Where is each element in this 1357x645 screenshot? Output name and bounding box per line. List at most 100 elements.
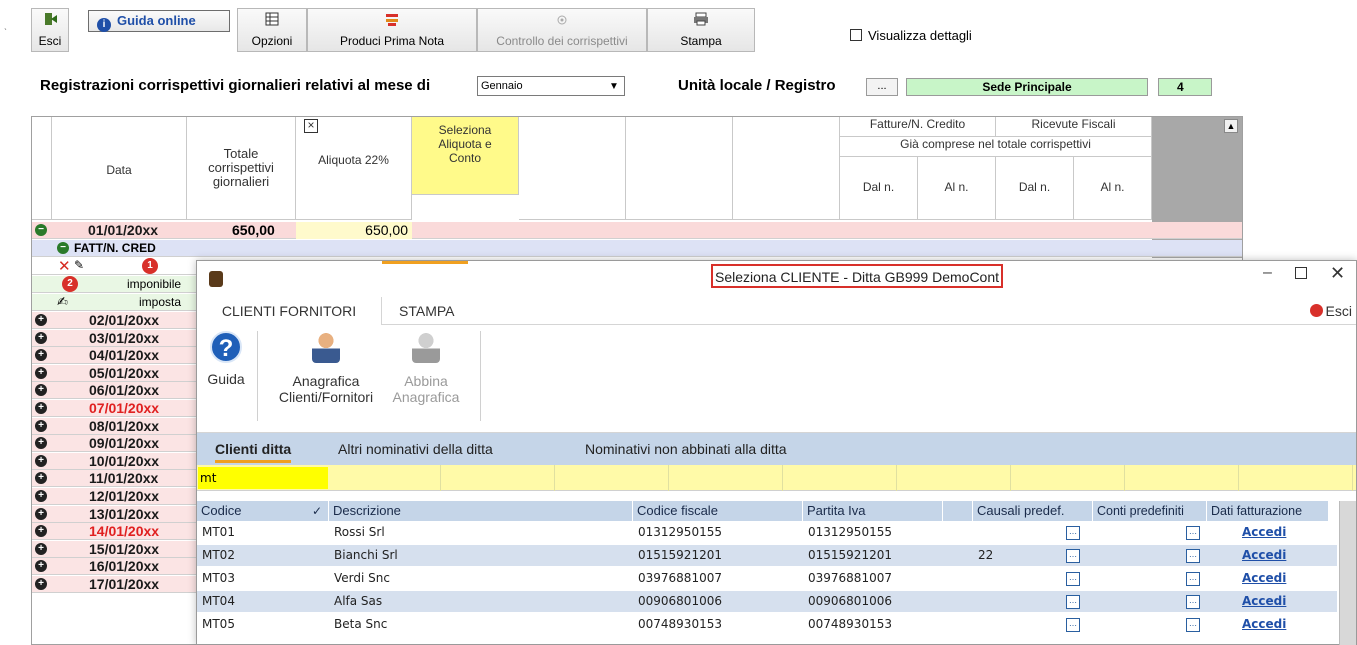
subtab-altri-nominativi[interactable]: Altri nominativi della ditta <box>338 441 493 457</box>
expand-icon[interactable]: + <box>35 402 47 414</box>
causali-edit-button[interactable]: … <box>1066 572 1080 586</box>
table-row[interactable]: MT05 Beta Snc 00748930153 00748930153 … … Acce… <box>197 614 1337 635</box>
expand-icon[interactable]: + <box>35 472 47 485</box>
ribbon-divider-2 <box>480 331 481 421</box>
grid-scrollbar[interactable]: ▲ <box>1224 119 1238 133</box>
expand-icon[interactable]: + <box>35 437 47 450</box>
expand-icon[interactable]: + <box>35 314 47 326</box>
maximize-icon[interactable] <box>1295 267 1307 279</box>
conti-edit-button[interactable]: … <box>1186 572 1200 586</box>
ribbon-panel: ? Guida Anagrafica Clienti/Fornitori Abb… <box>197 325 1356 433</box>
expand-icon[interactable]: + <box>35 454 47 467</box>
expand-icon[interactable]: + <box>35 419 47 432</box>
fatt-label: FATT/N. CRED <box>74 241 156 255</box>
th-causali[interactable]: Causali predef. <box>973 501 1093 521</box>
search-input[interactable] <box>198 467 328 489</box>
remove-column-button[interactable]: × <box>304 119 318 133</box>
th-cf-label: Codice fiscale <box>637 503 718 518</box>
table-row[interactable]: MT04 Alfa Sas 00906801006 00906801006 … … Acce… <box>197 591 1337 612</box>
accedi-link[interactable]: Accedi <box>1237 591 1286 612</box>
cell-partita-iva: 01515921201 <box>808 548 892 562</box>
show-details-checkbox[interactable]: Visualizza dettagli <box>850 28 972 43</box>
table-row[interactable]: MT03 Verdi Snc 03976881007 03976881007 … … Acc… <box>197 568 1337 589</box>
abbina-button[interactable]: Abbina Anagrafica <box>385 331 467 405</box>
th-dati-fatturazione[interactable]: Dati fatturazione <box>1207 501 1329 521</box>
th-codice[interactable]: Codice ✓ <box>197 501 329 521</box>
options-button[interactable]: Opzioni <box>237 8 307 52</box>
esci-button[interactable]: Esci <box>1309 303 1352 319</box>
table-row[interactable]: MT01 Rossi Srl 01312950155 01312950155 … … Acc… <box>197 522 1337 543</box>
collapse-icon[interactable]: − <box>35 224 47 236</box>
expand-icon[interactable]: + <box>35 490 47 502</box>
dialog-scrollbar[interactable] <box>1339 501 1356 645</box>
checkbox-box[interactable] <box>850 29 862 41</box>
th-conti-label: Conti predefiniti <box>1097 504 1184 518</box>
table-row[interactable]: MT02 Bianchi Srl 01515921201 01515921201 22 …… <box>197 545 1337 566</box>
minimize-icon[interactable]: – <box>1263 264 1272 282</box>
total-value: 650,00 <box>232 222 275 238</box>
causali-edit-button[interactable]: … <box>1066 595 1080 609</box>
expand-icon[interactable]: + <box>35 366 47 379</box>
causali-edit-button[interactable]: … <box>1066 618 1080 632</box>
expand-icon[interactable]: + <box>35 507 47 520</box>
select-client-dialog: Seleziona CLIENTE - Ditta GB999 DemoCont… <box>196 260 1357 645</box>
gia-label: Già comprese nel totale corrispettivi <box>900 137 1091 151</box>
month-select[interactable]: Gennaio ▼ <box>477 76 625 96</box>
date-row-expanded[interactable]: − 01/01/20xx 650,00 650,00 <box>32 222 1242 239</box>
collapse-fatt-icon[interactable]: − <box>57 242 69 254</box>
guide-online-button[interactable]: i Guida online <box>88 10 230 32</box>
causali-edit-button[interactable]: … <box>1066 549 1080 563</box>
subtab-clienti-ditta[interactable]: Clienti ditta <box>215 441 292 463</box>
fatture-label: Fatture/N. Credito <box>869 117 966 131</box>
accedi-link[interactable]: Accedi <box>1237 545 1286 566</box>
expand-icon[interactable]: + <box>35 542 47 555</box>
close-icon[interactable]: ✕ <box>1330 263 1345 284</box>
expand-icon[interactable]: + <box>35 331 47 344</box>
expand-icon[interactable]: + <box>35 384 47 397</box>
conti-edit-button[interactable]: … <box>1186 595 1200 609</box>
conti-edit-button[interactable]: … <box>1186 618 1200 632</box>
th-codice-fiscale[interactable]: Codice fiscale <box>633 501 803 521</box>
cell-codice-fiscale: 01312950155 <box>638 525 722 539</box>
guida-button[interactable]: ? Guida <box>205 331 247 387</box>
col-header-seleziona[interactable]: Seleziona Aliquota e Conto <box>412 117 519 195</box>
anagrafica-button[interactable]: Anagrafica Clienti/Fornitori <box>267 331 385 405</box>
th-blank <box>943 501 973 521</box>
expand-icon[interactable]: + <box>35 525 47 538</box>
expand-icon[interactable]: + <box>35 560 47 573</box>
subtab-non-abbinati[interactable]: Nominativi non abbinati alla ditta <box>585 441 787 457</box>
cell-descrizione: Beta Snc <box>334 617 388 631</box>
accedi-link[interactable]: Accedi <box>1237 614 1286 635</box>
ribbon-divider-1 <box>257 331 258 421</box>
unit-dots-button[interactable]: ... <box>866 78 898 96</box>
tab-stampa[interactable]: STAMPA <box>387 297 467 326</box>
th-partita-iva[interactable]: Partita Iva <box>803 501 943 521</box>
expand-icon[interactable]: + <box>35 578 47 590</box>
fatt-row[interactable]: − FATT/N. CRED <box>32 240 1242 257</box>
col-header-dal1: Dal n. <box>840 157 918 220</box>
chevron-down-icon[interactable]: ▼ <box>606 78 622 94</box>
tools-icon[interactable]: ✎ <box>74 258 84 272</box>
th-codice-label: Codice <box>201 503 242 518</box>
dal1-label: Dal n. <box>862 180 895 194</box>
cell-causale <box>973 568 1033 589</box>
tab-clienti-fornitori[interactable]: CLIENTI FORNITORI <box>197 297 382 326</box>
cell-descrizione: Rossi Srl <box>334 525 385 539</box>
conti-edit-button[interactable]: … <box>1186 526 1200 540</box>
accedi-link[interactable]: Accedi <box>1237 568 1286 589</box>
causali-edit-button[interactable]: … <box>1066 526 1080 540</box>
th-descrizione[interactable]: Descrizione <box>329 501 633 521</box>
th-conti[interactable]: Conti predefiniti <box>1093 501 1207 521</box>
accedi-link[interactable]: Accedi <box>1237 522 1286 543</box>
print-button[interactable]: Stampa <box>647 8 755 52</box>
aliquota-value[interactable]: 650,00 <box>296 222 412 239</box>
exit-button[interactable]: Esci <box>31 8 69 52</box>
user-link-icon <box>412 331 440 363</box>
expand-icon[interactable]: + <box>35 349 47 362</box>
produce-prima-nota-button[interactable]: Produci Prima Nota <box>307 8 477 52</box>
control-corrispettivi-button[interactable]: Controllo dei corrispettivi <box>477 8 647 52</box>
conti-edit-button[interactable]: … <box>1186 549 1200 563</box>
edit-pen-icon[interactable]: ✍ <box>57 294 68 310</box>
delete-icon[interactable]: ✕ <box>58 257 71 275</box>
col-aliquota-label: Aliquota 22% <box>318 153 389 167</box>
